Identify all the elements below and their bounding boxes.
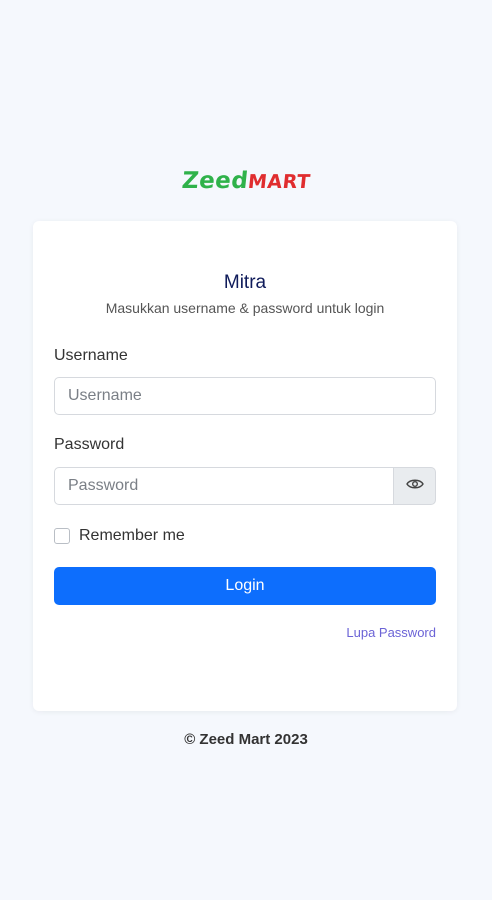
password-group — [54, 467, 436, 505]
footer-copyright: © Zeed Mart 2023 — [184, 731, 308, 748]
password-label: Password — [54, 436, 125, 453]
card-title: Mitra — [223, 272, 267, 293]
remember-me-checkbox[interactable] — [54, 528, 70, 544]
login-button[interactable]: Login — [54, 567, 436, 605]
remember-me-row: Remember me — [54, 526, 185, 546]
logo-zeed-text: Zeed — [180, 168, 250, 194]
card-subtitle: Masukkan username & password untuk login — [105, 300, 385, 316]
password-input[interactable] — [54, 467, 394, 505]
login-page: ZeedMART Mitra Masukkan username & passw… — [0, 0, 492, 900]
eye-icon — [405, 477, 424, 495]
login-card: Mitra Masukkan username & password untuk… — [33, 221, 457, 711]
username-label: Username — [54, 347, 128, 364]
forgot-password-link[interactable]: Lupa Password — [346, 625, 436, 640]
logo-mart-text: MART — [246, 171, 312, 193]
remember-me-label: Remember me — [79, 527, 185, 544]
zeedmart-logo: ZeedMART — [0, 168, 492, 198]
username-input[interactable] — [54, 377, 436, 415]
toggle-password-button[interactable] — [393, 467, 436, 505]
